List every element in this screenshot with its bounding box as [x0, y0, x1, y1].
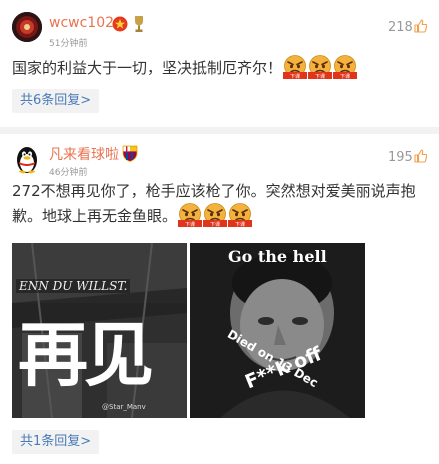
divider	[0, 127, 439, 134]
avatar[interactable]	[12, 12, 42, 42]
angry-face-icon: 下课	[228, 203, 253, 227]
username[interactable]: 凡来看球啦	[49, 144, 119, 164]
like-count[interactable]: 195	[388, 150, 413, 165]
svg-text:下课: 下课	[315, 73, 325, 79]
qq-penguin-avatar[interactable]	[12, 144, 42, 174]
view-replies-button[interactable]: 共6条回复>	[12, 89, 100, 113]
comment-2: 凡来看球啦 46分钟前 195 272不想再见你了，枪手应该枪了你。突然想对爱美…	[0, 134, 439, 464]
thumbs-up-icon[interactable]	[414, 18, 428, 33]
username[interactable]: wcwc102	[49, 15, 114, 31]
like-count[interactable]: 218	[388, 20, 413, 35]
image-top-text: Go the hell	[228, 247, 327, 266]
thumbs-up-icon[interactable]	[414, 148, 428, 163]
comment-text-line-1: 272不想再见你了，枪手应该枪了你。突然想对爱美丽说声抱	[12, 182, 416, 200]
comment-text-line-2-wrap: 歉。地球上再无金鱼眼。下课 下课 下课	[12, 203, 437, 228]
view-replies-label: 共1条回复	[20, 434, 81, 449]
angry-face-icon: 下课	[203, 203, 228, 227]
comment-1: wcwc102 51分钟前 218 国家的利益大于一切，坚决抵制厄齐尔！ 下课 下课…	[0, 0, 439, 127]
angry-face-icon: 下课	[333, 55, 358, 79]
timestamp: 51分钟前	[49, 39, 88, 49]
svg-text:下课: 下课	[290, 73, 300, 79]
angry-face-icon: 下课	[283, 55, 308, 79]
image-watermark: @Star_Manv	[102, 403, 146, 411]
fc-barcelona-icon	[122, 145, 138, 166]
chevron-right-icon: >	[80, 434, 92, 449]
comment-text-line-2: 歉。地球上再无金鱼眼。	[12, 207, 178, 225]
chevron-right-icon: >	[80, 93, 92, 108]
svg-text:下课: 下课	[185, 221, 195, 227]
comment-text-content: 国家的利益大于一切，坚决抵制厄齐尔！	[12, 59, 283, 77]
image-big-text: 再见	[18, 314, 154, 396]
svg-text:下课: 下课	[235, 221, 245, 227]
timestamp: 46分钟前	[49, 168, 88, 178]
angry-face-icon: 下课	[178, 203, 203, 227]
trophy-icon	[133, 15, 145, 37]
view-replies-button[interactable]: 共1条回复>	[12, 430, 100, 454]
attached-image-goodbye[interactable]: ENN DU WILLST. 再见 @Star_Manv	[12, 243, 187, 418]
image-banner-text: ENN DU WILLST.	[16, 279, 131, 293]
attached-image-go-the-hell[interactable]: Go the hell Died on 13 Dec F**k off	[190, 243, 365, 418]
medal-icon	[112, 16, 128, 36]
svg-text:下课: 下课	[340, 73, 350, 79]
svg-text:下课: 下课	[210, 221, 220, 227]
comment-text: 272不想再见你了，枪手应该枪了你。突然想对爱美丽说声抱 歉。地球上再无金鱼眼。…	[12, 180, 437, 228]
comment-text: 国家的利益大于一切，坚决抵制厄齐尔！ 下课 下课 下课	[12, 55, 432, 80]
angry-face-icon: 下课	[308, 55, 333, 79]
view-replies-label: 共6条回复	[20, 93, 81, 108]
